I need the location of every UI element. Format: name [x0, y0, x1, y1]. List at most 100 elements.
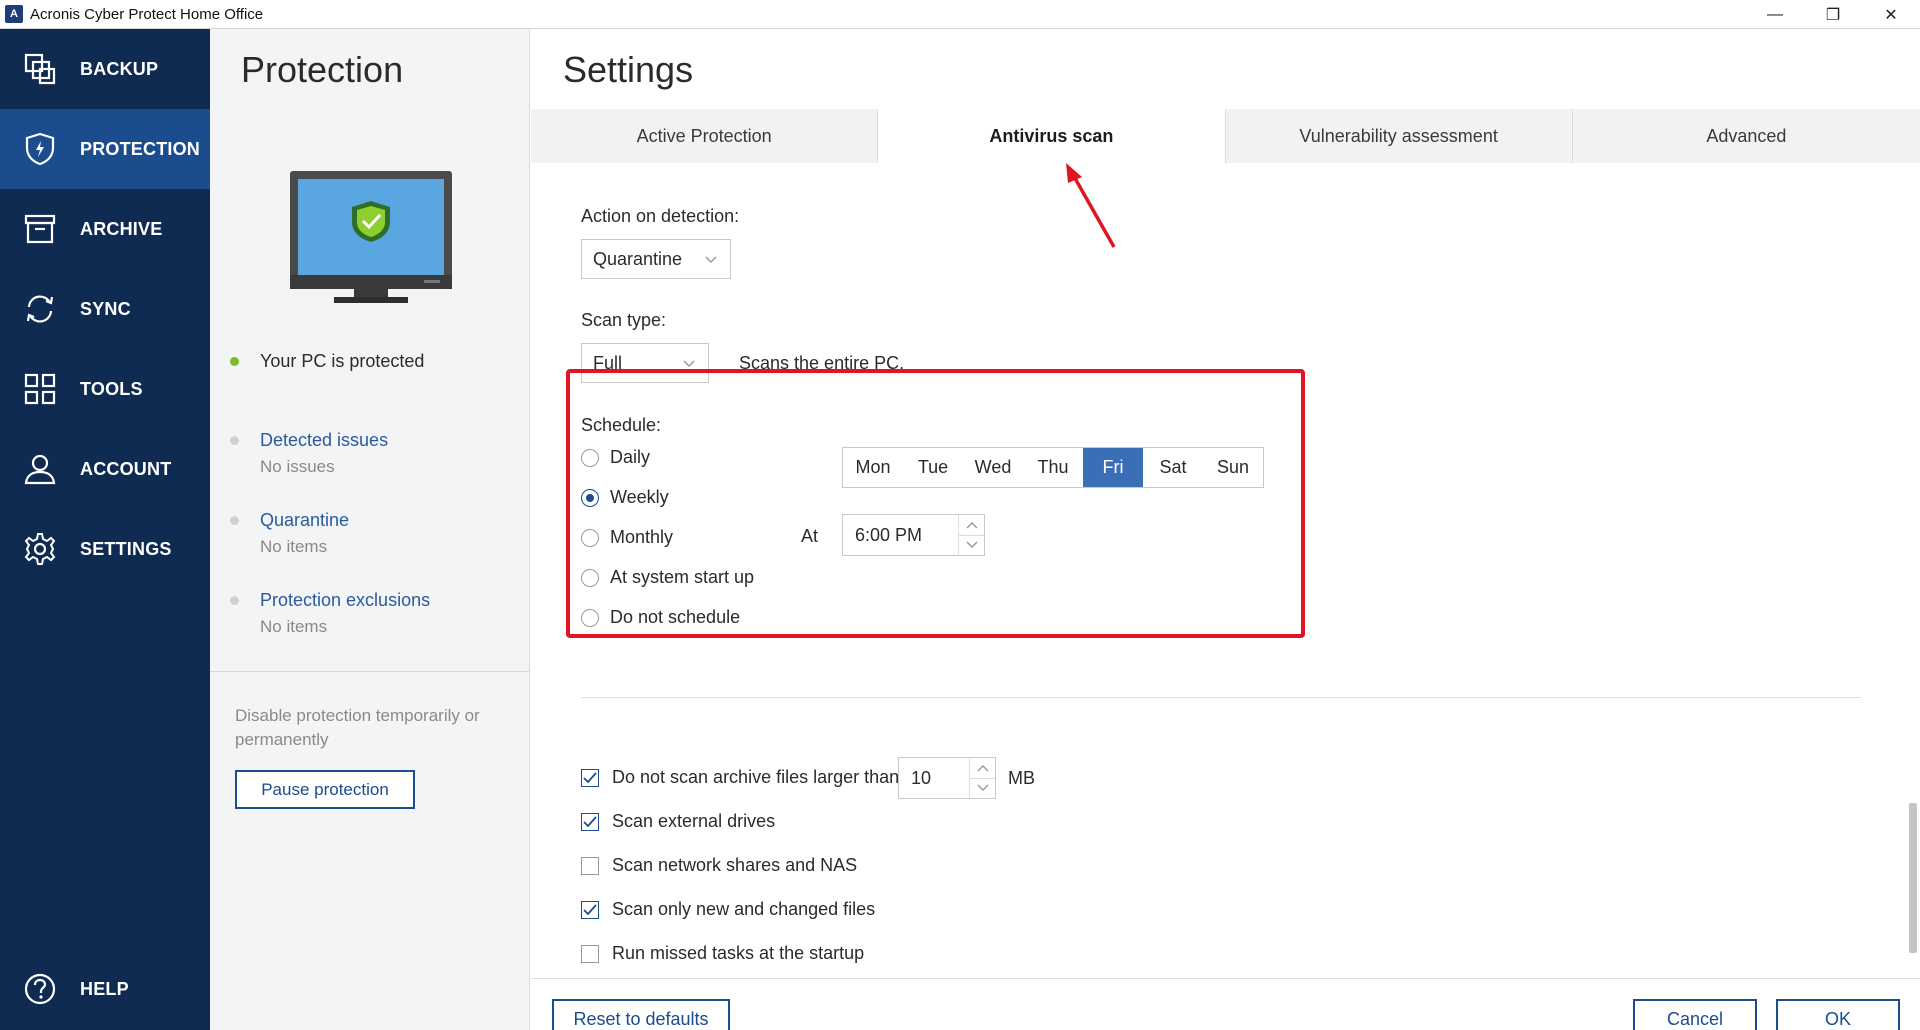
sidebar-item-label: ARCHIVE	[80, 218, 163, 239]
radio-button[interactable]	[581, 528, 599, 547]
sidebar-item-archive[interactable]: ARCHIVE	[0, 189, 210, 269]
sidebar-item-account[interactable]: ACCOUNT	[0, 429, 210, 509]
schedule-option-daily[interactable]: Daily	[581, 447, 650, 468]
disable-protection-text: Disable protection temporarily or perman…	[235, 706, 480, 749]
sidebar-item-label: HELP	[80, 978, 129, 999]
window-title: Acronis Cyber Protect Home Office	[30, 5, 264, 23]
chevron-down-icon	[683, 360, 695, 368]
day-mon[interactable]: Mon	[843, 448, 903, 487]
close-button[interactable]: ✕	[1862, 0, 1920, 29]
settings-footer: Reset to defaults Cancel OK	[531, 978, 1920, 1030]
status-dot-icon	[230, 357, 239, 366]
protected-pc-illustration	[290, 171, 462, 316]
schedule-option-none[interactable]: Do not schedule	[581, 607, 740, 628]
settings-tabs: Active Protection Antivirus scan Vulnera…	[531, 109, 1920, 164]
action-on-detection-dropdown[interactable]: Quarantine	[581, 239, 731, 279]
quarantine-link[interactable]: Quarantine	[260, 510, 349, 531]
checkbox-label: Scan only new and changed files	[612, 899, 876, 919]
spin-up-icon[interactable]	[959, 515, 984, 535]
schedule-option-weekly[interactable]: Weekly	[581, 487, 669, 508]
weekday-selector: Mon Tue Wed Thu Fri Sat Sun	[842, 447, 1264, 488]
option-network-shares[interactable]: Scan network shares and NAS	[581, 855, 857, 876]
shield-icon	[20, 129, 60, 169]
window-controls: — ❐ ✕	[1746, 0, 1920, 29]
radio-label: Weekly	[610, 487, 669, 507]
day-sat[interactable]: Sat	[1143, 448, 1203, 487]
action-on-detection-label: Action on detection:	[581, 206, 740, 226]
detected-issues-value: No issues	[260, 457, 335, 476]
checkbox-checked[interactable]	[581, 812, 599, 831]
app-logo-icon: A	[5, 5, 23, 23]
spin-up-icon[interactable]	[970, 758, 995, 778]
sidebar-item-help[interactable]: HELP	[0, 949, 210, 1029]
sidebar-item-sync[interactable]: SYNC	[0, 269, 210, 349]
option-archive-limit[interactable]: Do not scan archive files larger than	[581, 767, 899, 788]
settings-title: Settings	[563, 49, 694, 90]
day-tue[interactable]: Tue	[903, 448, 963, 487]
sidebar-item-protection[interactable]: PROTECTION	[0, 109, 210, 189]
radio-button[interactable]	[581, 608, 599, 627]
tools-icon	[20, 369, 60, 409]
at-label: At	[801, 526, 819, 546]
time-picker[interactable]: 6:00 PM	[842, 514, 985, 556]
sidebar-item-backup[interactable]: BACKUP	[0, 29, 210, 109]
radio-button[interactable]	[581, 448, 599, 467]
chevron-down-icon	[705, 256, 717, 264]
day-fri[interactable]: Fri	[1083, 448, 1143, 487]
title-bar: A Acronis Cyber Protect Home Office — ❐ …	[0, 0, 1920, 29]
section-divider	[581, 697, 1861, 698]
schedule-option-monthly[interactable]: Monthly	[581, 527, 673, 548]
day-wed[interactable]: Wed	[963, 448, 1023, 487]
spin-down-icon[interactable]	[970, 777, 995, 799]
sidebar-item-settings[interactable]: SETTINGS	[0, 509, 210, 589]
radio-button-selected[interactable]	[581, 488, 599, 507]
restore-button[interactable]: ❐	[1804, 0, 1862, 29]
radio-label: Monthly	[610, 527, 674, 547]
quarantine-value: No items	[260, 537, 328, 556]
radio-label: At system start up	[610, 567, 755, 587]
schedule-label: Schedule:	[581, 415, 662, 435]
archive-size-stepper[interactable]: 10	[898, 757, 996, 799]
main-sidebar: BACKUP PROTECTION ARCHIVE SYNC TOOLS ACC…	[0, 29, 210, 1030]
scrollbar-thumb[interactable]	[1909, 803, 1917, 953]
tab-advanced[interactable]: Advanced	[1572, 109, 1920, 163]
checkbox[interactable]	[581, 856, 599, 875]
sidebar-item-label: PROTECTION	[80, 138, 201, 159]
ok-button[interactable]: OK	[1776, 999, 1900, 1030]
checkbox[interactable]	[581, 944, 599, 963]
sidebar-item-tools[interactable]: TOOLS	[0, 349, 210, 429]
sidebar-item-label: SYNC	[80, 298, 131, 319]
radio-button[interactable]	[581, 568, 599, 587]
tab-vulnerability-assessment[interactable]: Vulnerability assessment	[1225, 109, 1573, 163]
time-value: 6:00 PM	[855, 524, 923, 545]
detected-issues-link[interactable]: Detected issues	[260, 430, 388, 451]
dropdown-value: Quarantine	[593, 248, 683, 269]
schedule-option-startup[interactable]: At system start up	[581, 567, 754, 588]
spin-down-icon[interactable]	[959, 534, 984, 556]
option-external-drives[interactable]: Scan external drives	[581, 811, 775, 832]
minimize-button[interactable]: —	[1746, 0, 1804, 29]
schedule-highlight-box	[566, 369, 1305, 638]
sidebar-item-label: ACCOUNT	[80, 458, 172, 479]
checkbox-label: Run missed tasks at the startup	[612, 943, 865, 963]
checkbox-label: Scan network shares and NAS	[612, 855, 858, 875]
checkbox-checked[interactable]	[581, 768, 599, 787]
bullet-icon	[230, 596, 239, 605]
pause-protection-button[interactable]: Pause protection	[235, 770, 415, 809]
checkbox-checked[interactable]	[581, 900, 599, 919]
tab-active-protection[interactable]: Active Protection	[531, 109, 879, 163]
archive-size-value: 10	[911, 767, 932, 788]
tab-antivirus-scan[interactable]: Antivirus scan	[878, 109, 1226, 164]
detected-issues-block: Detected issues No issues	[230, 430, 388, 477]
option-new-changed[interactable]: Scan only new and changed files	[581, 899, 875, 920]
protection-exclusions-link[interactable]: Protection exclusions	[260, 590, 430, 611]
account-icon	[20, 449, 60, 489]
scrollbar[interactable]	[1909, 163, 1917, 978]
quarantine-block: Quarantine No items	[230, 510, 349, 557]
day-sun[interactable]: Sun	[1203, 448, 1263, 487]
day-thu[interactable]: Thu	[1023, 448, 1083, 487]
annotation-arrow	[1066, 163, 1116, 248]
reset-defaults-button[interactable]: Reset to defaults	[552, 999, 730, 1030]
cancel-button[interactable]: Cancel	[1633, 999, 1757, 1030]
option-missed-tasks[interactable]: Run missed tasks at the startup	[581, 943, 864, 964]
